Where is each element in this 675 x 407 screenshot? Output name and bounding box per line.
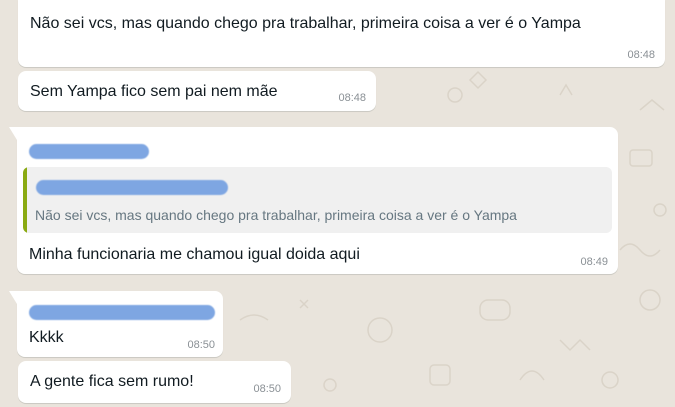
bubble-tail — [9, 127, 17, 140]
sender-name-redacted — [29, 305, 215, 320]
message-text: A gente fica sem rumo! — [30, 373, 194, 390]
message-text: Sem Yampa fico sem pai nem mãe — [30, 83, 278, 100]
message-timestamp: 08:48 — [338, 92, 366, 104]
quote-accent-bar — [23, 167, 27, 233]
message-bubble-2[interactable]: Sem Yampa fico sem pai nem mãe 08:48 — [18, 71, 376, 111]
quoted-message[interactable]: Não sei vcs, mas quando chego pra trabal… — [23, 167, 612, 233]
message-text: Kkkk — [29, 329, 64, 346]
message-text: Minha funcionaria me chamou igual doida … — [29, 246, 360, 263]
message-text: Não sei vcs, mas quando chego pra trabal… — [30, 15, 581, 32]
message-timestamp: 08:50 — [187, 339, 215, 351]
sender-name-redacted — [29, 144, 149, 159]
quoted-sender-redacted — [36, 180, 228, 195]
message-bubble-3[interactable]: Não sei vcs, mas quando chego pra trabal… — [9, 127, 618, 274]
quoted-message-text: Não sei vcs, mas quando chego pra trabal… — [35, 207, 517, 223]
message-bubble-4[interactable]: Kkkk 08:50 — [9, 291, 223, 357]
message-bubble-1[interactable]: Não sei vcs, mas quando chego pra trabal… — [18, 0, 665, 67]
message-timestamp: 08:49 — [580, 256, 608, 268]
message-timestamp: 08:48 — [627, 49, 655, 61]
bubble-tail — [9, 291, 17, 304]
message-timestamp: 08:50 — [253, 383, 281, 395]
message-bubble-5[interactable]: A gente fica sem rumo! 08:50 — [18, 361, 291, 403]
